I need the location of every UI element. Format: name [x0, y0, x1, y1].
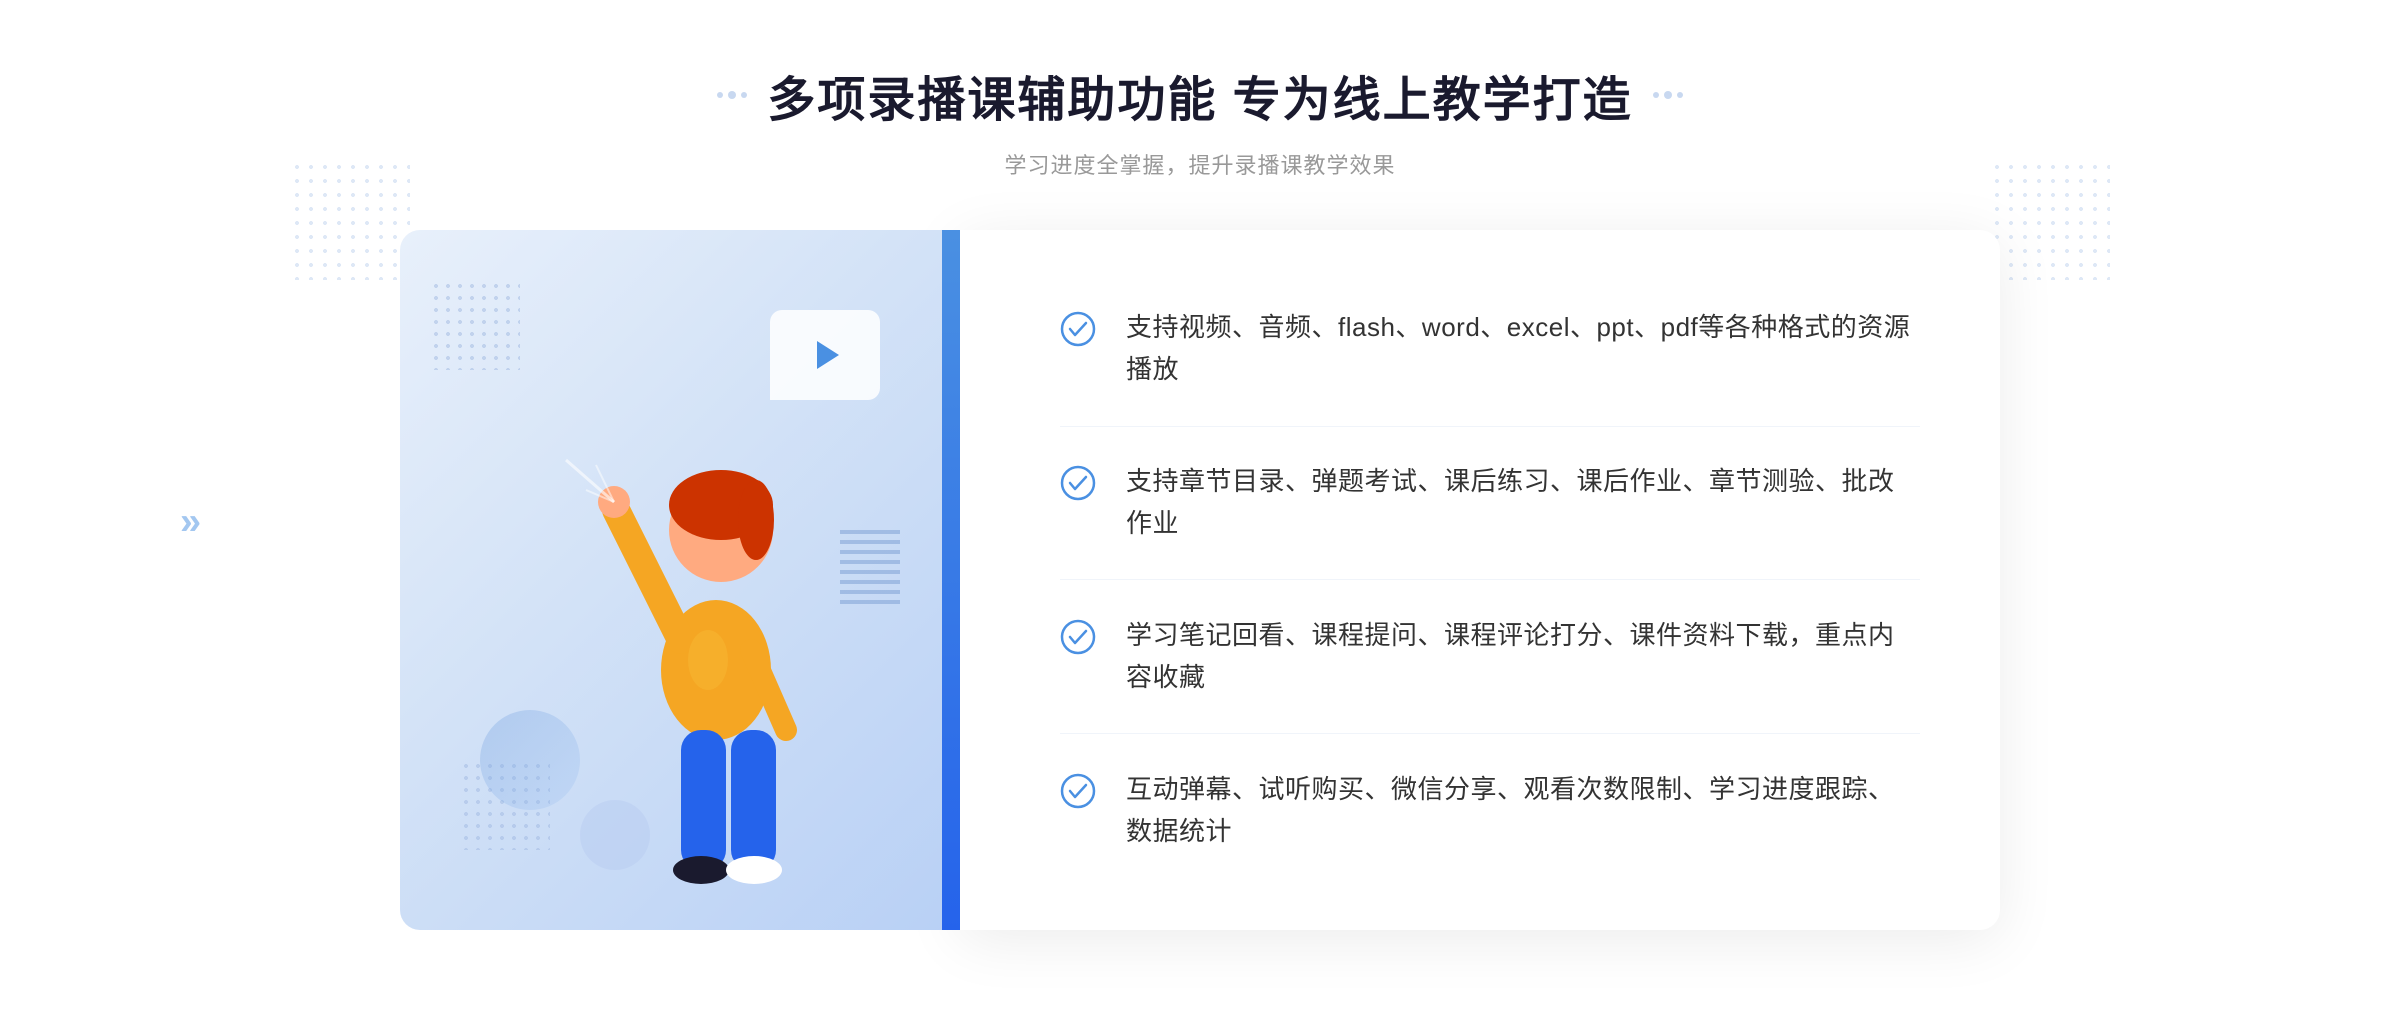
- feature-item-2: 支持章节目录、弹题考试、课后练习、课后作业、章节测验、批改作业: [1060, 441, 1920, 564]
- features-area: 支持视频、音频、flash、word、excel、ppt、pdf等各种格式的资源…: [960, 230, 2000, 930]
- feature-item-4: 互动弹幕、试听购买、微信分享、观看次数限制、学习进度跟踪、数据统计: [1060, 749, 1920, 872]
- check-icon-1: [1060, 311, 1096, 347]
- separator-1: [1060, 426, 1920, 427]
- page-subtitle: 学习进度全掌握，提升录播课教学效果: [717, 148, 1682, 180]
- feature-text-4: 互动弹幕、试听购买、微信分享、观看次数限制、学习进度跟踪、数据统计: [1126, 769, 1920, 852]
- feature-text-3: 学习笔记回看、课程提问、课程评论打分、课件资料下载，重点内容收藏: [1126, 615, 1920, 698]
- content-wrapper: 支持视频、音频、flash、word、excel、ppt、pdf等各种格式的资源…: [400, 230, 2000, 930]
- accent-bar: [942, 230, 960, 930]
- illus-dots-top: [430, 280, 520, 370]
- title-decoration-left: [717, 91, 747, 99]
- outer-chevron-icon: »: [180, 501, 201, 543]
- title-row: 多项录播课辅助功能 专为线上教学打造: [717, 60, 1682, 130]
- separator-3: [1060, 733, 1920, 734]
- page-container: 多项录播课辅助功能 专为线上教学打造 学习进度全掌握，提升录播课教学效果 »: [0, 0, 2400, 1010]
- check-icon-2: [1060, 465, 1096, 501]
- separator-2: [1060, 579, 1920, 580]
- dots-decoration-left: [290, 160, 410, 280]
- page-title: 多项录播课辅助功能 专为线上教学打造: [767, 60, 1632, 130]
- feature-text-2: 支持章节目录、弹题考试、课后练习、课后作业、章节测验、批改作业: [1126, 461, 1920, 544]
- title-decoration-right: [1653, 91, 1683, 99]
- feature-text-1: 支持视频、音频、flash、word、excel、ppt、pdf等各种格式的资源…: [1126, 307, 1920, 390]
- figure-illustration: [536, 350, 896, 930]
- dots-decoration-right: [1990, 160, 2110, 280]
- header-section: 多项录播课辅助功能 专为线上教学打造 学习进度全掌握，提升录播课教学效果: [717, 60, 1682, 180]
- check-icon-4: [1060, 773, 1096, 809]
- feature-item-1: 支持视频、音频、flash、word、excel、ppt、pdf等各种格式的资源…: [1060, 287, 1920, 410]
- check-icon-3: [1060, 619, 1096, 655]
- feature-item-3: 学习笔记回看、课程提问、课程评论打分、课件资料下载，重点内容收藏: [1060, 595, 1920, 718]
- illustration-area: [400, 230, 960, 930]
